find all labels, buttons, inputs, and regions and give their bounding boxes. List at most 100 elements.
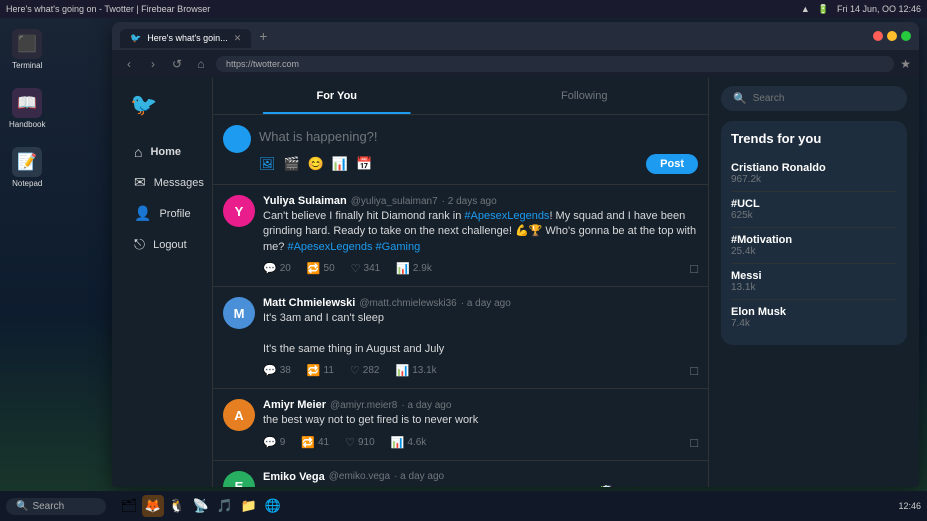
tab-favicon: 🐦	[130, 33, 141, 44]
tab-for-you[interactable]: For You	[213, 78, 461, 114]
reload-button[interactable]: ↺	[168, 55, 186, 73]
taskbar-search[interactable]: 🔍 Search	[6, 498, 106, 515]
window-maximize-button[interactable]	[901, 31, 911, 41]
desktop-icon-handbook[interactable]: 📖 Handbook	[5, 84, 49, 133]
trend-2-count: 25.4k	[731, 246, 897, 257]
tweet-1-header: Yuliya Sulaiman @yuliya_sulaiman7 · 2 da…	[263, 195, 698, 207]
trend-1-count: 625k	[731, 210, 897, 221]
desktop-icons: ⬛ Terminal 📖 Handbook 📝 Notepad	[5, 25, 49, 192]
home-nav-icon: ⌂	[134, 144, 142, 160]
compose-poll-icon[interactable]: 📊	[332, 156, 348, 172]
tweet-1-time: · 2 days ago	[442, 196, 497, 207]
taskbar-app-linux[interactable]: 🐧	[166, 495, 188, 517]
tweet-1-more[interactable]: □	[690, 261, 698, 276]
window-minimize-button[interactable]	[887, 31, 897, 41]
compose-emoji-icon[interactable]: 😊	[308, 156, 324, 172]
trend-item-2[interactable]: #Motivation 25.4k	[731, 228, 897, 264]
browser-action-buttons: ★	[900, 57, 911, 71]
browser-titlebar: 🐦 Here's what's goin... ✕ +	[112, 22, 919, 50]
handbook-label: Handbook	[9, 120, 45, 129]
tweet-3-more[interactable]: □	[690, 435, 698, 450]
address-bar[interactable]: https://twotter.com	[216, 56, 894, 72]
trend-item-1[interactable]: #UCL 625k	[731, 192, 897, 228]
new-tab-button[interactable]: +	[253, 28, 273, 44]
search-input[interactable]	[753, 93, 895, 104]
desktop: Here's what's going on - Twotter | Fireb…	[0, 0, 927, 521]
tweet-1-reply[interactable]: 💬20	[263, 262, 291, 275]
profile-nav-icon: 👤	[134, 205, 151, 222]
trend-3-name: Messi	[731, 270, 897, 282]
taskbar-app-network[interactable]: 📡	[190, 495, 212, 517]
tweet-4-time: · a day ago	[394, 471, 444, 482]
tweet-2-body: Matt Chmielewski @matt.chmielewski36 · a…	[263, 297, 698, 378]
desktop-icon-terminal[interactable]: ⬛ Terminal	[5, 25, 49, 74]
taskbar-bottom: 🔍 Search 🗂 🦊 🐧 📡 🎵 📁 🌐 12:46	[0, 491, 927, 521]
tweet-3-views[interactable]: 📊4.6k	[391, 436, 427, 449]
taskbar-app-web[interactable]: 🌐	[262, 495, 284, 517]
browser-tab-active[interactable]: 🐦 Here's what's goin... ✕	[120, 29, 251, 48]
wifi-icon: ▲	[801, 4, 810, 14]
tweet-4-text: Just had a mind-blowing conversation abo…	[263, 485, 698, 487]
back-button[interactable]: ‹	[120, 55, 138, 73]
tweet-1-retweet[interactable]: 🔁50	[307, 262, 335, 275]
tweet-1-avatar: Y	[223, 195, 255, 227]
twitter-right-sidebar: 🔍 Trends for you Cristiano Ronaldo 967.2…	[709, 78, 919, 487]
notepad-label: Notepad	[12, 179, 42, 188]
trend-item-0[interactable]: Cristiano Ronaldo 967.2k	[731, 156, 897, 192]
tweet-2-reply[interactable]: 💬38	[263, 364, 291, 377]
tweet-2-more[interactable]: □	[690, 363, 698, 378]
url-text: https://twotter.com	[226, 59, 299, 69]
browser-window-controls	[873, 31, 911, 41]
window-close-button[interactable]	[873, 31, 883, 41]
tweet-1-views[interactable]: 📊2.9k	[396, 262, 432, 275]
twitter-app: 🐦 ⌂ Home ✉ Messages 👤 Profile ⎋	[112, 78, 919, 487]
nav-item-home[interactable]: ⌂ Home	[126, 138, 203, 166]
compose-schedule-icon[interactable]: 📅	[356, 156, 372, 172]
tweet-3-like[interactable]: ♡910	[345, 436, 375, 449]
taskbar-app-files[interactable]: 📁	[238, 495, 260, 517]
tweet-2-name: Matt Chmielewski	[263, 297, 355, 309]
nav-item-logout[interactable]: ⎋ Logout	[126, 230, 203, 259]
desktop-icon-notepad[interactable]: 📝 Notepad	[5, 143, 49, 192]
compose-placeholder[interactable]: What is happening?!	[259, 125, 698, 148]
tab-close-button[interactable]: ✕	[234, 34, 242, 43]
bookmark-button[interactable]: ★	[900, 57, 911, 71]
tweet-2-like[interactable]: ♡282	[350, 364, 380, 377]
compose-icons: 🖼 🎬 😊 📊 📅	[259, 156, 372, 172]
notepad-icon: 📝	[12, 147, 42, 177]
search-box[interactable]: 🔍	[721, 86, 907, 111]
taskbar-apps: 🗂 🦊 🐧 📡 🎵 📁 🌐	[118, 495, 284, 517]
tweet-2-avatar: M	[223, 297, 255, 329]
compose-gif-icon[interactable]: 🎬	[284, 156, 300, 172]
trend-item-4[interactable]: Elon Musk 7.4k	[731, 300, 897, 335]
forward-button[interactable]: ›	[144, 55, 162, 73]
trend-item-3[interactable]: Messi 13.1k	[731, 264, 897, 300]
tweet-2: M Matt Chmielewski @matt.chmielewski36 ·…	[213, 287, 708, 389]
tweet-2-header: Matt Chmielewski @matt.chmielewski36 · a…	[263, 297, 698, 309]
post-button[interactable]: Post	[646, 154, 698, 174]
nav-item-messages[interactable]: ✉ Messages	[126, 168, 203, 197]
browser-toolbar: ‹ › ↺ ⌂ https://twotter.com ★	[112, 50, 919, 78]
trend-1-name: #UCL	[731, 198, 897, 210]
tweet-4: E Emiko Vega @emiko.vega · a day ago Jus…	[213, 461, 708, 487]
nav-item-profile[interactable]: 👤 Profile	[126, 199, 203, 228]
taskbar-app-filemgr[interactable]: 🗂	[118, 495, 140, 517]
taskbar-app-browser[interactable]: 🦊	[142, 495, 164, 517]
compose-image-icon[interactable]: 🖼	[259, 156, 276, 172]
tweet-1-like[interactable]: ♡341	[351, 262, 381, 275]
trend-2-name: #Motivation	[731, 234, 897, 246]
tweet-2-text: It's 3am and I can't sleepIt's the same …	[263, 311, 698, 357]
taskbar-app-music[interactable]: 🎵	[214, 495, 236, 517]
tweet-3-header: Amiyr Meier @amiyr.meier8 · a day ago	[263, 399, 698, 411]
home-button[interactable]: ⌂	[192, 55, 210, 73]
compose-avatar	[223, 125, 251, 153]
tweet-3-reply[interactable]: 💬9	[263, 436, 285, 449]
tweet-2-views[interactable]: 📊13.1k	[395, 364, 436, 377]
terminal-label: Terminal	[12, 61, 42, 70]
tweet-3-name: Amiyr Meier	[263, 399, 326, 411]
tweet-2-retweet[interactable]: 🔁11	[307, 364, 334, 377]
tab-following[interactable]: Following	[461, 78, 709, 114]
browser-tabs: 🐦 Here's what's goin... ✕ +	[120, 27, 873, 46]
tweet-1-body: Yuliya Sulaiman @yuliya_sulaiman7 · 2 da…	[263, 195, 698, 276]
tweet-3-retweet[interactable]: 🔁41	[301, 436, 329, 449]
